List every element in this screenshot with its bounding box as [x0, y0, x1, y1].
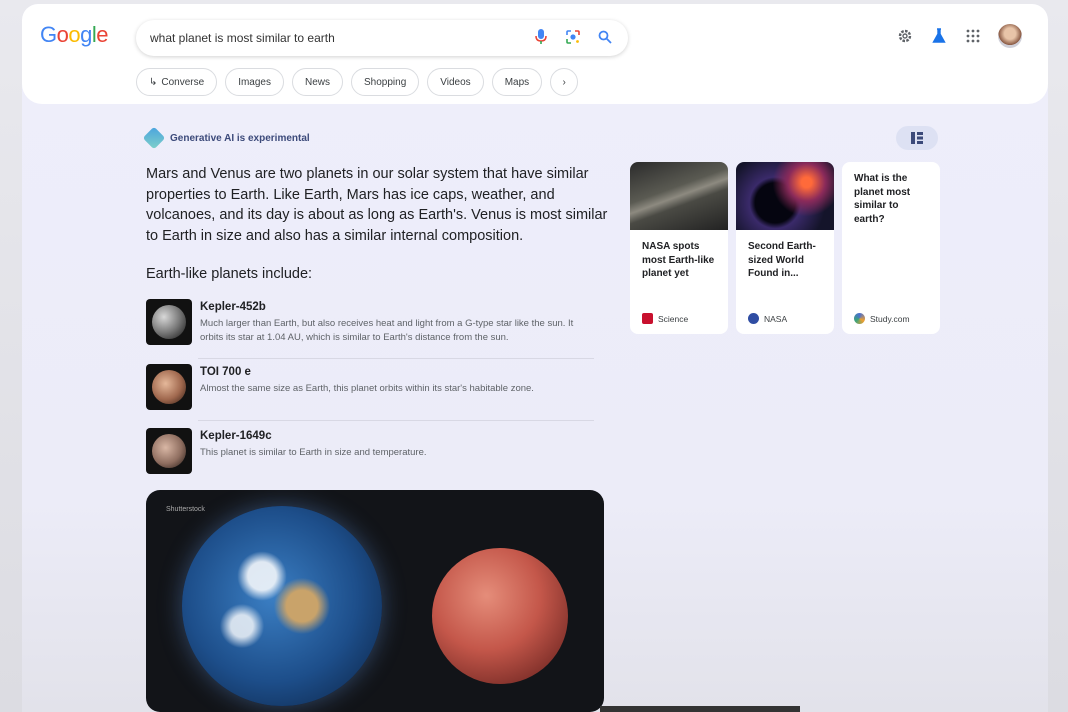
search-box[interactable] [136, 20, 628, 56]
gear-icon[interactable] [896, 27, 914, 45]
google-logo[interactable]: Google [40, 22, 109, 48]
planet-name: Kepler-1649c [200, 430, 272, 442]
chip-videos[interactable]: Videos [427, 68, 484, 96]
browser-frame: Google what planet is most similar to ea… [22, 4, 1048, 712]
source-cards: NASA spots most Earth-like planet yet Sc… [630, 162, 940, 334]
chip-shopping[interactable]: Shopping [351, 68, 420, 96]
earth-planet-image [182, 506, 382, 706]
layout-panel-icon [911, 132, 923, 144]
nasa-logo-icon [748, 313, 759, 324]
divider [198, 420, 594, 421]
card-source: NASA [748, 313, 787, 324]
planet-name: Kepler-452b [200, 301, 266, 313]
search-input[interactable] [150, 31, 530, 45]
card-title: Second Earth-sized World Found in... [748, 241, 816, 279]
card-thumbnail [630, 162, 728, 230]
planet-thumbnail [146, 299, 192, 345]
card-thumbnail [736, 162, 834, 230]
planet-name: TOI 700 e [200, 366, 251, 378]
card-title: NASA spots most Earth-like planet yet [642, 241, 715, 279]
mars-planet-image [432, 548, 568, 684]
chip-maps[interactable]: Maps [491, 68, 543, 96]
scrollbar-track[interactable] [600, 706, 800, 712]
microphone-icon[interactable] [532, 28, 550, 46]
search-header: Google what planet is most similar to ea… [22, 4, 1048, 104]
source-card[interactable]: Second Earth-sized World Found in... NAS… [736, 162, 834, 334]
chip-news[interactable]: News [292, 68, 344, 96]
card-source: Science [642, 313, 688, 324]
earth-like-subhead: Earth-like planets include: [146, 266, 313, 282]
study-com-logo-icon [854, 313, 865, 324]
list-item[interactable]: Kepler-452b Much larger than Earth, but … [146, 299, 594, 345]
search-chips: ↳ Converse Images News Shopping Videos M… [136, 68, 579, 96]
chip-converse[interactable]: ↳ Converse [136, 68, 218, 96]
generative-ai-icon [142, 126, 166, 150]
planet-description: Much larger than Earth, but also receive… [200, 318, 574, 343]
list-item[interactable]: Kepler-1649c This planet is similar to E… [146, 428, 594, 474]
list-item[interactable]: TOI 700 e Almost the same size as Earth,… [146, 364, 594, 410]
chevron-right-icon: › [562, 76, 566, 88]
planet-thumbnail [146, 364, 192, 410]
image-credit: Shutterstock [166, 506, 205, 513]
layout-toggle-button[interactable] [896, 126, 938, 150]
science-logo-icon [642, 313, 653, 324]
apps-grid-icon[interactable] [964, 27, 982, 45]
lens-camera-icon[interactable] [564, 28, 582, 46]
planet-description: This planet is similar to Earth in size … [200, 447, 427, 458]
planet-thumbnail [146, 428, 192, 474]
planet-description: Almost the same size as Earth, this plan… [200, 383, 534, 394]
labs-flask-icon[interactable] [930, 27, 948, 45]
divider [198, 358, 594, 359]
source-card[interactable]: NASA spots most Earth-like planet yet Sc… [630, 162, 728, 334]
card-source: Study.com [854, 313, 910, 324]
chip-images[interactable]: Images [225, 68, 284, 96]
chips-next-button[interactable]: › [550, 68, 579, 96]
avatar[interactable] [998, 24, 1022, 48]
generative-ai-label: Generative AI is experimental [142, 126, 310, 150]
card-title: What is the planet most similar to earth… [854, 173, 911, 225]
converse-arrow-icon: ↳ [149, 76, 158, 88]
ai-summary: Mars and Venus are two planets in our so… [146, 166, 608, 244]
search-icon[interactable] [596, 28, 614, 46]
source-card[interactable]: What is the planet most similar to earth… [842, 162, 940, 334]
earth-mars-image[interactable]: Shutterstock [146, 490, 604, 712]
